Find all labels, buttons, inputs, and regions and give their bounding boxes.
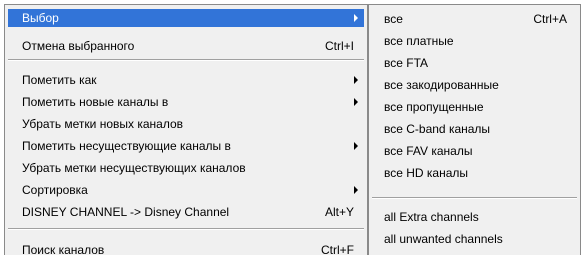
menu-item-mark-new-channels[interactable]: Пометить новые каналы в	[8, 93, 364, 111]
submenu-item-all-scrambled[interactable]: все закодированные	[372, 74, 577, 96]
menu-item-label: все платные	[384, 34, 454, 48]
menu-item-label: Выбор	[22, 11, 59, 25]
submenu-item-all-fav[interactable]: все FAV каналы	[372, 140, 577, 162]
menu-item-label: все FAV каналы	[384, 144, 473, 158]
menu-item-label: Поиск каналов	[22, 243, 105, 255]
menu-item-shortcut: Alt+Y	[324, 205, 354, 219]
menu-item-label: DISNEY CHANNEL -> Disney Channel	[22, 205, 230, 219]
menu-separator	[8, 228, 364, 230]
menu-item-label: Сортировка	[22, 183, 88, 197]
menu-item-label: Убрать метки новых каналов	[22, 117, 184, 131]
menu-item-rename-disney[interactable]: DISNEY CHANNEL -> Disney Channel Alt+Y	[8, 203, 364, 221]
menu-item-label: все C-band каналы	[384, 122, 491, 136]
submenu-item-all[interactable]: все Ctrl+A	[372, 8, 577, 30]
menu-item-label: all Extra channels	[384, 210, 479, 224]
menu-item-label: все HD каналы	[384, 166, 469, 180]
menu-separator	[372, 197, 577, 199]
chevron-right-icon	[354, 14, 358, 22]
submenu-item-all-unwanted[interactable]: all unwanted channels	[372, 228, 577, 250]
menu-item-label: Пометить как	[22, 73, 97, 87]
menu-item-label: все FTA	[384, 56, 429, 70]
submenu-item-all-hd[interactable]: все HD каналы	[372, 162, 577, 184]
menu-item-label: Пометить несуществующие каналы в	[22, 139, 231, 153]
submenu-item-all-fta[interactable]: все FTA	[372, 52, 577, 74]
chevron-right-icon	[354, 142, 358, 150]
submenu-item-all-extra[interactable]: all Extra channels	[372, 206, 577, 228]
menu-item-label: Отмена выбранного	[22, 39, 135, 53]
menu-item-find-channels[interactable]: Поиск каналов Ctrl+F	[8, 241, 364, 255]
menu-item-shortcut: Ctrl+F	[321, 243, 354, 255]
menu-item-label: all unwanted channels	[384, 232, 503, 246]
menu-item-select[interactable]: Выбор	[8, 9, 364, 27]
submenu-item-all-cband[interactable]: все C-band каналы	[372, 118, 577, 140]
context-menu: Выбор Отмена выбранного Ctrl+I Пометить …	[4, 4, 368, 255]
screen: Выбор Отмена выбранного Ctrl+I Пометить …	[0, 0, 584, 255]
chevron-right-icon	[354, 76, 358, 84]
menu-item-label: все	[384, 12, 403, 26]
menu-item-mark-missing-channels[interactable]: Пометить несуществующие каналы в	[8, 137, 364, 155]
menu-item-shortcut: Ctrl+I	[324, 39, 354, 53]
menu-item-unmark-missing-channels[interactable]: Убрать метки несуществующих каналов	[8, 159, 364, 177]
submenu-item-all-skipped[interactable]: все пропущенные	[372, 96, 577, 118]
menu-item-label: Убрать метки несуществующих каналов	[22, 161, 246, 175]
chevron-right-icon	[354, 186, 358, 194]
menu-separator	[8, 59, 364, 61]
select-submenu: все Ctrl+A все платные все FTA все закод…	[368, 4, 581, 255]
menu-item-deselect[interactable]: Отмена выбранного Ctrl+I	[8, 37, 364, 55]
menu-item-shortcut: Ctrl+A	[533, 12, 567, 26]
menu-item-label: все закодированные	[384, 78, 499, 92]
menu-item-label: все пропущенные	[384, 100, 484, 114]
menu-item-sort[interactable]: Сортировка	[8, 181, 364, 199]
chevron-right-icon	[354, 98, 358, 106]
menu-item-label: Пометить новые каналы в	[22, 95, 169, 109]
menu-item-mark-as[interactable]: Пометить как	[8, 71, 364, 89]
submenu-item-all-paid[interactable]: все платные	[372, 30, 577, 52]
menu-item-unmark-new-channels[interactable]: Убрать метки новых каналов	[8, 115, 364, 133]
